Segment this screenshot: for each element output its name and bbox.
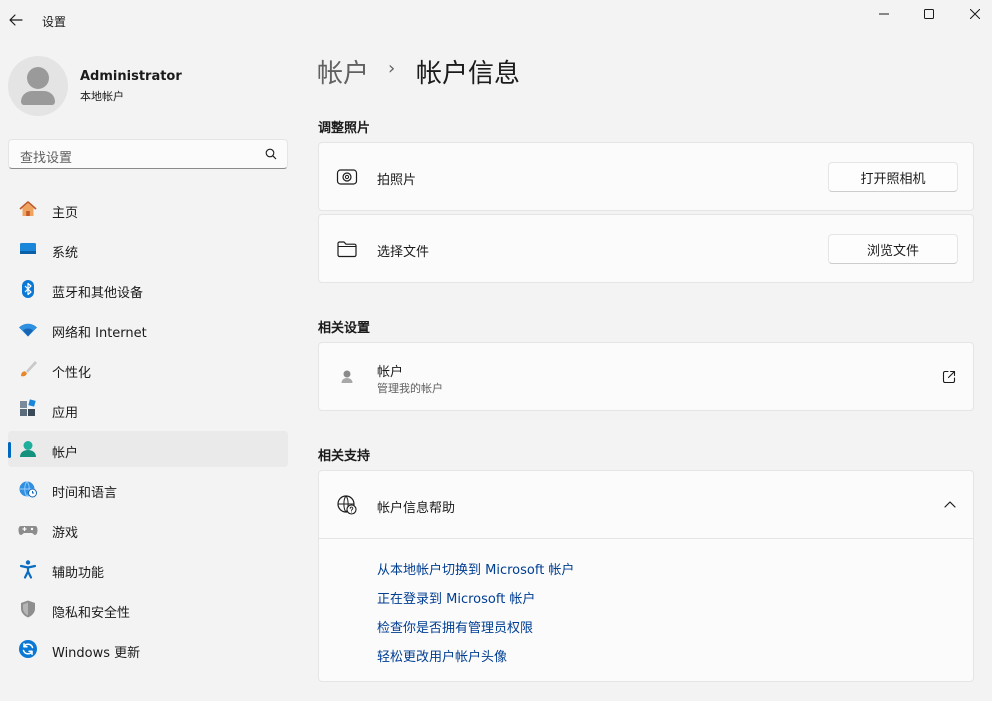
sidebar-item-time-language[interactable]: 时间和语言 [8, 471, 288, 507]
help-expander-label: 帐户信息帮助 [377, 501, 456, 516]
sidebar-item-label: 系统 [52, 246, 79, 261]
person-icon [335, 365, 359, 389]
globe-help-icon [335, 493, 359, 517]
sidebar-item-home[interactable]: 主页 [8, 191, 288, 227]
minimize-icon [879, 13, 889, 15]
camera-icon [335, 165, 359, 189]
sidebar-nav: 主页 系统 蓝牙和其他设备 网络和 Internet 个性化 应用 帐户 时间和… [8, 191, 288, 671]
external-link-icon [942, 370, 956, 384]
maximize-button[interactable] [906, 0, 952, 28]
sidebar-item-label: 帐户 [52, 446, 79, 461]
apps-icon [18, 399, 38, 419]
sidebar-item-privacy[interactable]: 隐私和安全性 [8, 591, 288, 627]
shield-icon [18, 599, 38, 619]
sidebar-item-label: 游戏 [52, 526, 79, 541]
section-title-related-settings: 相关设置 [318, 321, 371, 336]
accounts-link-subtitle: 管理我的帐户 [377, 382, 443, 395]
take-photo-label: 拍照片 [377, 173, 417, 188]
section-title-adjust-photo: 调整照片 [318, 121, 371, 136]
wifi-icon [18, 319, 38, 339]
sidebar-item-windows-update[interactable]: Windows 更新 [8, 631, 288, 667]
sidebar-item-network[interactable]: 网络和 Internet [8, 311, 288, 347]
avatar [8, 56, 68, 116]
open-camera-button[interactable]: 打开照相机 [828, 162, 958, 192]
back-button[interactable] [4, 8, 28, 32]
back-arrow-icon [9, 14, 23, 26]
app-title: 设置 [42, 15, 67, 29]
breadcrumb-separator: › [388, 58, 396, 79]
search-input[interactable]: 查找设置 [8, 139, 288, 169]
breadcrumb-parent[interactable]: 帐户 [317, 53, 369, 90]
accounts-link-card[interactable]: 帐户 管理我的帐户 [318, 342, 974, 411]
title-bar: 设置 [0, 0, 992, 40]
help-link-switch-to-microsoft-account[interactable]: 从本地帐户切换到 Microsoft 帐户 [377, 559, 574, 578]
maximize-icon [924, 9, 934, 19]
system-icon [18, 239, 38, 259]
close-button[interactable] [952, 0, 992, 28]
user-profile: Administrator 本地帐户 [8, 56, 288, 116]
close-icon [970, 9, 980, 19]
chevron-up-icon [944, 501, 956, 508]
minimize-button[interactable] [861, 0, 907, 28]
accounts-link-label: 帐户 [377, 365, 404, 380]
bluetooth-icon [18, 279, 38, 299]
sidebar-item-label: 辅助功能 [52, 566, 105, 581]
sidebar-item-gaming[interactable]: 游戏 [8, 511, 288, 547]
brush-icon [18, 359, 38, 379]
sidebar-item-label: 应用 [52, 406, 79, 421]
help-expander-header[interactable]: 帐户信息帮助 [319, 471, 973, 538]
gamepad-icon [18, 519, 38, 539]
sidebar-item-system[interactable]: 系统 [8, 231, 288, 267]
sidebar-item-personalization[interactable]: 个性化 [8, 351, 288, 387]
choose-file-card: 选择文件 浏览文件 [318, 214, 974, 283]
sidebar-item-label: 隐私和安全性 [52, 606, 131, 621]
sidebar-item-accounts[interactable]: 帐户 [8, 431, 288, 467]
choose-file-label: 选择文件 [377, 245, 430, 260]
accessibility-icon [18, 559, 38, 579]
update-icon [18, 639, 38, 659]
sidebar-item-label: 个性化 [52, 366, 92, 381]
page-title: 帐户信息 [416, 59, 521, 89]
globe-clock-icon [18, 479, 38, 499]
search-placeholder: 查找设置 [20, 151, 73, 166]
section-title-related-support: 相关支持 [318, 449, 371, 464]
account-icon [18, 439, 38, 459]
sidebar-item-label: 主页 [52, 206, 79, 221]
sidebar-item-label: 网络和 Internet [52, 326, 147, 341]
profile-account-type: 本地帐户 [80, 90, 124, 103]
help-link-sign-in-microsoft-account[interactable]: 正在登录到 Microsoft 帐户 [377, 588, 535, 607]
folder-icon [335, 237, 359, 261]
sidebar-item-accessibility[interactable]: 辅助功能 [8, 551, 288, 587]
sidebar-item-apps[interactable]: 应用 [8, 391, 288, 427]
home-icon [18, 199, 38, 219]
help-link-change-account-picture[interactable]: 轻松更改用户帐户头像 [377, 646, 507, 665]
sidebar-item-label: Windows 更新 [52, 646, 141, 661]
search-icon [265, 148, 277, 160]
help-divider [319, 538, 973, 539]
sidebar-item-label: 时间和语言 [52, 486, 118, 501]
profile-name: Administrator [80, 69, 182, 84]
sidebar-item-label: 蓝牙和其他设备 [52, 286, 144, 301]
browse-files-button[interactable]: 浏览文件 [828, 234, 958, 264]
sidebar-item-bluetooth[interactable]: 蓝牙和其他设备 [8, 271, 288, 307]
account-info-help-card: 帐户信息帮助 从本地帐户切换到 Microsoft 帐户 正在登录到 Micro… [318, 470, 974, 682]
take-photo-card: 拍照片 打开照相机 [318, 142, 974, 211]
help-link-check-admin-rights[interactable]: 检查你是否拥有管理员权限 [377, 617, 533, 636]
